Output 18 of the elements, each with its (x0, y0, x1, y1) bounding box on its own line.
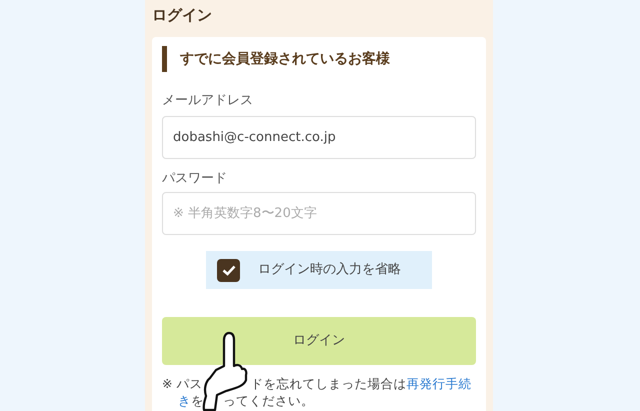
note-text: ドを忘れてしまった場合は (250, 375, 406, 392)
heading-bar (162, 46, 167, 72)
note-text: を (191, 392, 204, 409)
page-title: ログイン (152, 5, 213, 26)
check-icon (222, 264, 236, 276)
note-text: ってください。 (223, 392, 314, 409)
password-field[interactable]: ※ 半角英数字8〜20文字 (162, 192, 476, 235)
remember-label: ログイン時の入力を省略 (258, 261, 401, 280)
note-text: ※ パス (162, 375, 202, 392)
section-heading: すでに会員登録されているお客様 (180, 50, 390, 68)
checkbox[interactable] (217, 258, 240, 282)
password-label: パスワード (162, 170, 228, 188)
remember-option[interactable]: ログイン時の入力を省略 (206, 251, 432, 289)
reissue-link[interactable]: 再発行手続 (406, 375, 472, 392)
email-label: メールアドレス (162, 92, 254, 110)
reissue-link[interactable]: き (178, 392, 191, 409)
login-button[interactable]: ログイン (162, 317, 476, 365)
email-field[interactable]: dobashi@c-connect.co.jp (162, 116, 476, 159)
